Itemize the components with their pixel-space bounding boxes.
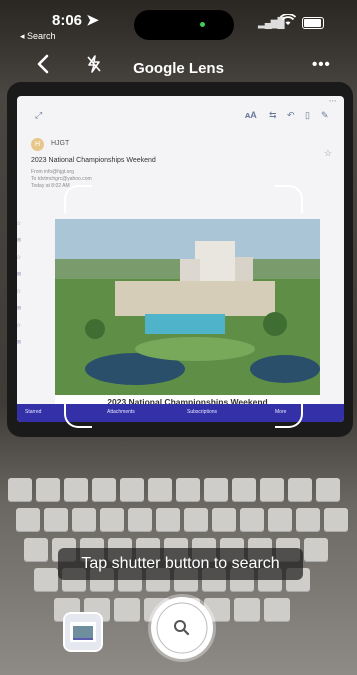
compose-icon: ✎ bbox=[321, 110, 329, 120]
keyboard-key bbox=[240, 508, 264, 532]
keyboard-key bbox=[260, 478, 284, 502]
keyboard-key bbox=[232, 478, 256, 502]
back-to-app-link[interactable]: ◂ Search bbox=[20, 31, 56, 42]
keyboard-key bbox=[324, 508, 348, 532]
keyboard-key bbox=[100, 508, 124, 532]
keyboard-key bbox=[36, 478, 60, 502]
mail-from: From info@hjgt.org bbox=[31, 169, 74, 175]
resort-illustration bbox=[55, 219, 320, 395]
keyboard-key bbox=[8, 478, 32, 502]
keyboard-key bbox=[64, 478, 88, 502]
battery-icon bbox=[302, 17, 324, 29]
keyboard-key bbox=[184, 508, 208, 532]
status-bar: 8:06 ➤ ◂ Search ▂▄▆█ bbox=[0, 0, 357, 44]
trash-icon: ▯ bbox=[305, 110, 310, 120]
keyboard-key bbox=[304, 538, 328, 562]
star-icon: ☆ bbox=[323, 148, 332, 158]
reply-icon: ⇆ bbox=[269, 110, 277, 120]
keyboard-key bbox=[24, 538, 48, 562]
keyboard-key bbox=[16, 508, 40, 532]
mail-list-edge: ☆ ✉ ☆ ✉ ☆ ✉ ☆ ✉ bbox=[17, 221, 22, 346]
keyboard-key bbox=[148, 478, 172, 502]
mail-subject: 2023 National Championships Weekend bbox=[31, 157, 156, 164]
keyboard-key bbox=[128, 508, 152, 532]
mail-date: Today at 8:02 AM bbox=[31, 183, 70, 189]
wifi-icon bbox=[279, 13, 297, 29]
tablet-mail-view: ▪ ▪ ▪ ⤢ ᴀA ⇆ ↶ ▯ ✎ H HJGT 2023 National … bbox=[17, 96, 344, 422]
keyboard-key bbox=[114, 598, 140, 622]
page-title: Google Lens bbox=[133, 60, 224, 77]
mail-to: To tdvtmchgrc@yahoo.com bbox=[31, 176, 92, 182]
lens-screen: ▪ ▪ ▪ ⤢ ᴀA ⇆ ↶ ▯ ✎ H HJGT 2023 National … bbox=[0, 0, 357, 675]
status-time: 8:06 ➤ bbox=[52, 12, 99, 29]
keyboard-key bbox=[212, 508, 236, 532]
keyboard-key bbox=[204, 478, 228, 502]
keyboard-key bbox=[34, 568, 58, 592]
tablet-device: ▪ ▪ ▪ ⤢ ᴀA ⇆ ↶ ▯ ✎ H HJGT 2023 National … bbox=[7, 82, 353, 437]
keyboard-key bbox=[234, 598, 260, 622]
keyboard-key bbox=[92, 478, 116, 502]
camera-indicator-icon bbox=[200, 22, 205, 27]
location-arrow-icon: ➤ bbox=[86, 12, 99, 29]
keyboard-key bbox=[72, 508, 96, 532]
keyboard-key bbox=[44, 508, 68, 532]
gallery-thumbnail[interactable] bbox=[63, 612, 103, 652]
tablet-toolbar: ⤢ ᴀA ⇆ ↶ ▯ ✎ bbox=[17, 104, 344, 130]
dynamic-island bbox=[134, 10, 234, 40]
expand-icon: ⤢ bbox=[35, 110, 43, 120]
search-hint: Tap shutter button to search bbox=[58, 548, 303, 580]
shutter-button[interactable] bbox=[151, 597, 213, 659]
tab-attachments: Attachments bbox=[107, 409, 135, 415]
more-dots-icon[interactable]: ••• bbox=[312, 56, 331, 73]
search-icon bbox=[151, 597, 213, 659]
text-size-icon: ᴀA bbox=[245, 110, 257, 120]
keyboard-key bbox=[296, 508, 320, 532]
lens-header: Google Lens ••• bbox=[0, 48, 357, 88]
keyboard-key bbox=[264, 598, 290, 622]
keyboard-key bbox=[120, 478, 144, 502]
keyboard-key bbox=[268, 508, 292, 532]
sender-name: HJGT bbox=[51, 140, 70, 147]
keyboard-key bbox=[288, 478, 312, 502]
keyboard-key bbox=[176, 478, 200, 502]
viewfinder-corner-bl bbox=[64, 400, 92, 428]
viewfinder-corner-tl bbox=[64, 185, 92, 213]
resort-photo bbox=[55, 219, 320, 395]
viewfinder-corner-br bbox=[275, 400, 303, 428]
undo-icon: ↶ bbox=[287, 110, 295, 120]
keyboard-key bbox=[156, 508, 180, 532]
sender-avatar: H bbox=[31, 138, 44, 151]
keyboard-key bbox=[316, 478, 340, 502]
tab-starred: Starred bbox=[25, 409, 42, 415]
tab-subscriptions: Subscriptions bbox=[187, 409, 218, 415]
viewfinder-corner-tr bbox=[275, 185, 303, 213]
